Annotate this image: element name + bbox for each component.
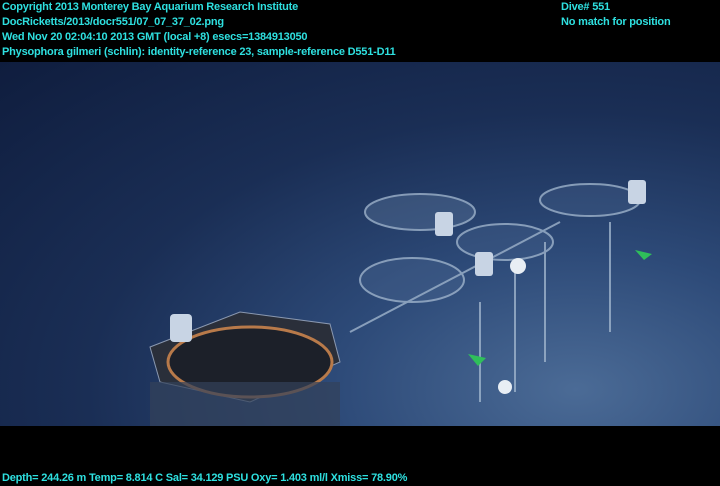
file-path-text: DocRicketts/2013/docr551/07_07_37_02.png (2, 16, 224, 28)
copyright-text: Copyright 2013 Monterey Bay Aquarium Res… (2, 1, 299, 13)
dive-number: Dive# 551 (561, 1, 610, 13)
position-status: No match for position (561, 16, 671, 28)
sensor-readout: Depth= 244.26 m Temp= 8.814 C Sal= 34.12… (2, 472, 408, 484)
timestamp-text: Wed Nov 20 02:04:10 2013 GMT (local +8) … (2, 31, 308, 43)
underwater-image (0, 62, 720, 426)
annotation-text: Physophora gilmeri (schlin): identity-re… (2, 46, 396, 58)
sampler-apparatus (149, 180, 652, 426)
